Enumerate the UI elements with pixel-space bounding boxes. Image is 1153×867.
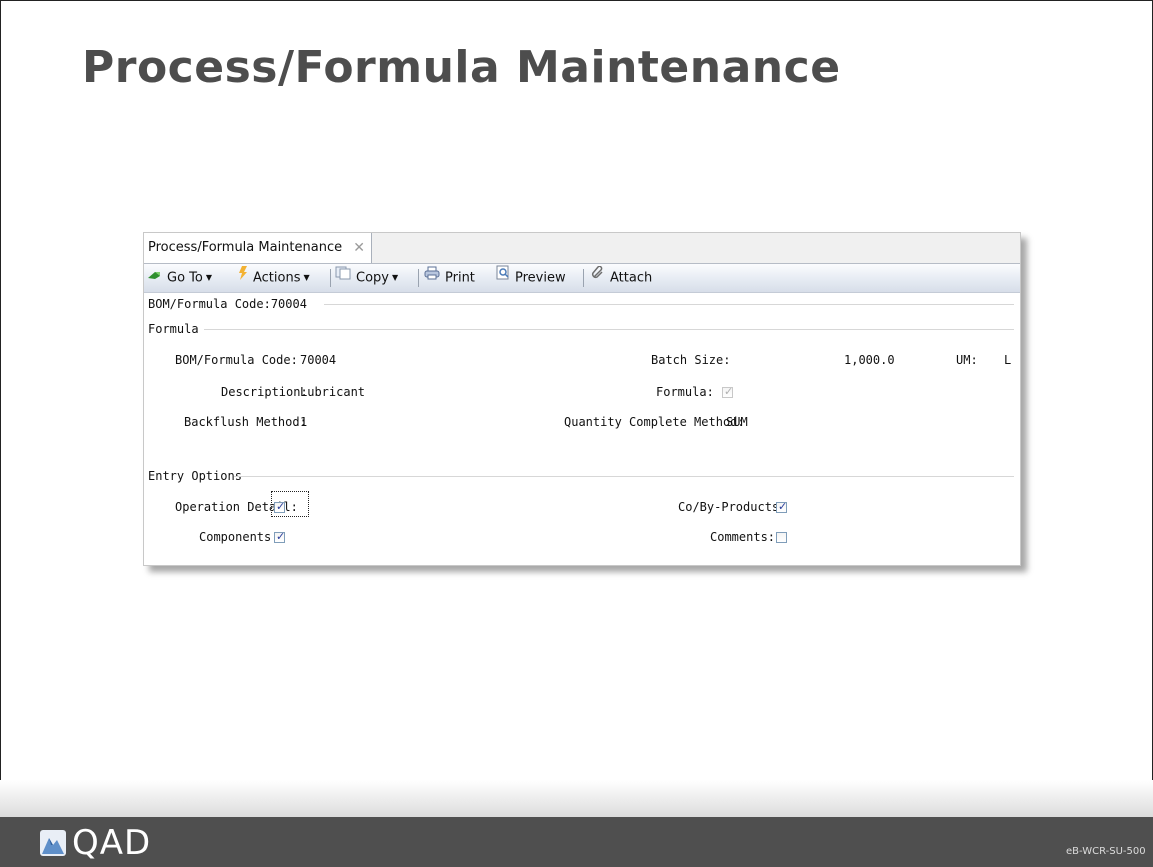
section-divider (204, 329, 1014, 330)
doc-code: eB-WCR-SU-500 (1066, 846, 1146, 857)
formula-label: Formula: (656, 385, 714, 399)
goto-label: Go To (167, 270, 203, 286)
print-button[interactable]: Print (424, 264, 475, 292)
chevron-down-icon: ▼ (205, 272, 213, 282)
tab-label: Process/Formula Maintenance (148, 240, 343, 255)
backflush-value: 1 (300, 415, 308, 429)
checkmark-icon: ✓ (276, 500, 286, 513)
footer-bar (0, 817, 1153, 867)
copy-button[interactable]: Copy ▼ (335, 264, 398, 292)
checkmark-icon: ✓ (724, 385, 734, 398)
toolbar: Go To ▼ Actions ▼ Copy ▼ Print Preview A… (144, 264, 1020, 293)
tab-strip: Process/Formula Maintenance ✕ (144, 233, 1020, 264)
attach-button[interactable]: Attach (591, 264, 652, 292)
tab-process-formula[interactable]: Process/Formula Maintenance ✕ (144, 233, 372, 263)
toolbar-separator (583, 269, 584, 287)
bom-code-value: 70004 (300, 353, 337, 367)
preview-label: Preview (515, 270, 566, 286)
um-label: UM: (956, 353, 978, 367)
batch-size-label: Batch Size: (651, 353, 731, 367)
toolbar-separator (330, 269, 331, 287)
qad-logo-icon (40, 830, 66, 860)
qty-complete-value[interactable]: SUM (726, 415, 748, 429)
checkmark-icon: ✓ (276, 530, 286, 543)
checkmark-icon: ✓ (778, 500, 788, 513)
coby-products-label: Co/By-Products: (678, 500, 787, 514)
print-icon (424, 263, 440, 291)
footer-fade (0, 780, 1153, 817)
app-window: Process/Formula Maintenance ✕ Go To ▼ Act… (143, 232, 1021, 566)
chevron-down-icon: ▼ (303, 272, 310, 282)
section-entry-options: Entry Options (148, 469, 242, 483)
form-body: BOM/Formula Code:70004 Formula BOM/Formu… (144, 293, 1020, 565)
close-icon[interactable]: ✕ (353, 233, 365, 263)
preview-button[interactable]: Preview (496, 264, 566, 292)
toolbar-separator (418, 269, 419, 287)
copy-icon (335, 263, 351, 291)
formula-checkbox: ✓ (722, 385, 734, 398)
comments-label: Comments: (710, 530, 776, 544)
actions-button[interactable]: Actions ▼ (238, 264, 310, 292)
goto-icon (148, 263, 162, 291)
description-value: Lubricant (300, 385, 366, 399)
preview-icon (496, 263, 510, 291)
brand-name: QAD (72, 823, 152, 863)
actions-icon (238, 263, 248, 291)
section-formula: Formula (148, 322, 199, 336)
um-value[interactable]: L (1004, 353, 1011, 367)
section-divider (234, 476, 1014, 477)
header-divider (324, 304, 1014, 305)
operation-detail-checkbox[interactable]: ✓ (274, 500, 286, 513)
bom-code-label: BOM/Formula Code: (175, 353, 298, 367)
attach-label: Attach (610, 270, 653, 286)
qty-complete-label: Quantity Complete Method: (564, 415, 745, 429)
components-label: Components: (199, 530, 279, 544)
description-label: Description: (221, 385, 308, 399)
batch-size-value[interactable]: 1,000.0 (844, 353, 895, 367)
goto-button[interactable]: Go To ▼ (148, 264, 212, 292)
actions-label: Actions (253, 270, 301, 286)
attach-icon (591, 263, 605, 291)
header-formula-code: BOM/Formula Code:70004 (148, 297, 307, 311)
copy-label: Copy (356, 270, 389, 286)
comments-checkbox[interactable] (776, 532, 787, 543)
slide-title: Process/Formula Maintenance (82, 42, 841, 93)
chevron-down-icon: ▼ (391, 272, 399, 282)
coby-products-checkbox[interactable]: ✓ (776, 500, 788, 513)
backflush-label: Backflush Method: (184, 415, 307, 429)
components-checkbox[interactable]: ✓ (274, 530, 286, 543)
print-label: Print (445, 270, 475, 286)
